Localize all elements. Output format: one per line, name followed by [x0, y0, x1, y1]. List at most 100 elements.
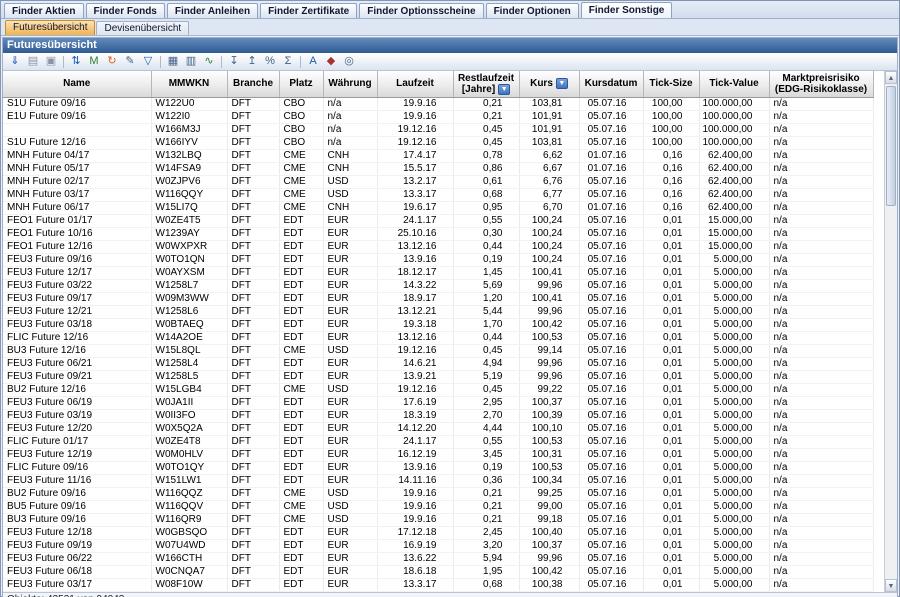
table-cell: MNH Future 03/17 [3, 188, 151, 201]
column-header-mmwkn[interactable]: MMWKN [151, 71, 227, 97]
column-header-laufzeit[interactable]: Laufzeit [377, 71, 453, 97]
table-row[interactable]: MNH Future 05/17W14FSA9DFTCMECNH15.5.170… [3, 162, 873, 175]
scroll-up-button[interactable]: ▲ [885, 71, 897, 84]
table-row[interactable]: BU3 Future 09/16W116QR9DFTCMEUSD19.9.160… [3, 513, 873, 526]
main-tab-finder-optionen[interactable]: Finder Optionen [486, 3, 579, 18]
column-header-kurs[interactable]: Kurs▼ [519, 71, 579, 97]
column-header-name[interactable]: Name [3, 71, 151, 97]
column-header-kursdatum[interactable]: Kursdatum [579, 71, 643, 97]
percent-icon[interactable]: % [262, 54, 278, 69]
sub-tab-futuresübersicht[interactable]: Futuresübersicht [5, 20, 95, 35]
table-row[interactable]: FEU3 Future 06/19W0JA1IIDFTEDTEUR17.6.19… [3, 396, 873, 409]
table-row[interactable]: W166M3JDFTCBOn/a19.12.160,45101,9105.07.… [3, 123, 873, 136]
table-row[interactable]: FEU3 Future 06/22W166CTHDFTEDTEUR13.6.22… [3, 552, 873, 565]
table-row[interactable]: FEU3 Future 03/18W0BTAEQDFTEDTEUR19.3.18… [3, 318, 873, 331]
table-row[interactable]: FEU3 Future 12/19W0M0HLVDFTEDTEUR16.12.1… [3, 448, 873, 461]
alert-icon[interactable]: ◆ [323, 54, 339, 69]
table-row[interactable]: FEU3 Future 03/19W0II3FODFTEDTEUR18.3.19… [3, 409, 873, 422]
table-row[interactable]: FEU3 Future 12/21W1258L6DFTEDTEUR13.12.2… [3, 305, 873, 318]
table-row[interactable]: FEU3 Future 12/17W0AYXSMDFTEDTEUR18.12.1… [3, 266, 873, 279]
table-cell: 5.000,00 [699, 474, 769, 487]
table-row[interactable]: FEO1 Future 10/16W1239AYDFTEDTEUR25.10.1… [3, 227, 873, 240]
table-cell: 0,01 [643, 435, 699, 448]
table-cell: 99,96 [519, 370, 579, 383]
sort-desc-icon[interactable]: ↥ [244, 54, 260, 69]
marker-m-icon[interactable]: M [86, 54, 102, 69]
chart-icon[interactable]: ∿ [201, 54, 217, 69]
table-row[interactable]: BU2 Future 09/16W116QQZDFTCMEUSD19.9.160… [3, 487, 873, 500]
table-cell: FEU3 Future 09/17 [3, 292, 151, 305]
column-header-tick-value[interactable]: Tick-Value [699, 71, 769, 97]
filter-icon[interactable]: ▽ [140, 54, 156, 69]
table-row[interactable]: FEU3 Future 03/22W1258L7DFTEDTEUR14.3.22… [3, 279, 873, 292]
font-icon[interactable]: A [305, 54, 321, 69]
table-row[interactable]: S1U Future 09/16W122U0DFTCBOn/a19.9.160,… [3, 97, 873, 110]
table-row[interactable]: FLIC Future 01/17W0ZE4T8DFTEDTEUR24.1.17… [3, 435, 873, 448]
main-tab-finder-anleihen[interactable]: Finder Anleihen [167, 3, 258, 18]
table-row[interactable]: MNH Future 02/17W0ZJPV6DFTCMEUSD13.2.170… [3, 175, 873, 188]
main-tab-finder-sonstige[interactable]: Finder Sonstige [581, 2, 673, 18]
table-cell: FEU3 Future 03/18 [3, 318, 151, 331]
export-icon[interactable]: ⇓ [7, 54, 23, 69]
sort-updown-icon[interactable]: ⇅ [68, 54, 84, 69]
table-icon[interactable]: ▦ [165, 54, 181, 69]
table-cell: 5,19 [453, 370, 519, 383]
table-row[interactable]: MNH Future 06/17W15LI7QDFTCMECNH19.6.170… [3, 201, 873, 214]
main-tab-finder-zertifikate[interactable]: Finder Zertifikate [260, 3, 357, 18]
table-row[interactable]: FLIC Future 12/16W14A2OEDFTEDTEUR13.12.1… [3, 331, 873, 344]
vertical-scrollbar[interactable]: ▲ ▼ [884, 71, 897, 592]
main-tab-finder-fonds[interactable]: Finder Fonds [86, 3, 165, 18]
column-header-restlaufzeit-jahre[interactable]: Restlaufzeit [Jahre]▼ [453, 71, 519, 97]
table-cell: 05.07.16 [579, 110, 643, 123]
filter-edit-icon[interactable]: ✎ [122, 54, 138, 69]
table-row[interactable]: FEU3 Future 03/17W08F10WDFTEDTEUR13.3.17… [3, 578, 873, 591]
table-row[interactable]: S1U Future 12/16W166IYVDFTCBOn/a19.12.16… [3, 136, 873, 149]
sort-asc-icon[interactable]: ↧ [226, 54, 242, 69]
search-icon[interactable]: ◎ [341, 54, 357, 69]
column-header-marktpreisrisiko-edg-risikoklasse[interactable]: Marktpreisrisiko (EDG-Risikoklasse) [769, 71, 873, 97]
sum-icon[interactable]: Σ [280, 54, 296, 69]
table-row[interactable]: MNH Future 04/17W132LBQDFTCMECNH17.4.170… [3, 149, 873, 162]
table-row[interactable]: BU5 Future 09/16W116QQVDFTCMEUSD19.9.160… [3, 500, 873, 513]
table-row[interactable]: FEU3 Future 09/17W09M3WWDFTEDTEUR18.9.17… [3, 292, 873, 305]
column-header-währung[interactable]: Währung [323, 71, 377, 97]
table-row[interactable]: FEU3 Future 09/19W07U4WDDFTEDTEUR16.9.19… [3, 539, 873, 552]
scroll-down-button[interactable]: ▼ [885, 579, 897, 592]
print-icon[interactable]: ▤ [25, 54, 41, 69]
table-row[interactable]: MNH Future 03/17W116QQYDFTCMEUSD13.3.170… [3, 188, 873, 201]
table-row[interactable]: E1U Future 09/16W122I0DFTCBOn/a19.9.160,… [3, 110, 873, 123]
table-row[interactable]: BU2 Future 12/16W15LGB4DFTCMEUSD19.12.16… [3, 383, 873, 396]
table-row[interactable]: FEO1 Future 01/17W0ZE4T5DFTEDTEUR24.1.17… [3, 214, 873, 227]
table-cell: 05.07.16 [579, 422, 643, 435]
filter-dropdown-kurs[interactable]: ▼ [556, 78, 568, 89]
table-row[interactable]: FEU3 Future 06/21W1258L4DFTEDTEUR14.6.21… [3, 357, 873, 370]
table-row[interactable]: FEU3 Future 11/16W151LW1DFTEDTEUR14.11.1… [3, 474, 873, 487]
filter-dropdown-restlaufzeit-jahre[interactable]: ▼ [498, 84, 510, 95]
main-tab-finder-aktien[interactable]: Finder Aktien [4, 3, 84, 18]
sub-tab-devisenübersicht[interactable]: Devisenübersicht [96, 21, 189, 35]
column-header-tick-size[interactable]: Tick-Size [643, 71, 699, 97]
column-header-platz[interactable]: Platz [279, 71, 323, 97]
table-cell: W151LW1 [151, 474, 227, 487]
table-row[interactable]: FEU3 Future 09/21W1258L5DFTEDTEUR13.9.21… [3, 370, 873, 383]
table-cell: EDT [279, 409, 323, 422]
table-row[interactable]: FLIC Future 09/16W0TO1QYDFTEDTEUR13.9.16… [3, 461, 873, 474]
table-cell: 13.12.16 [377, 331, 453, 344]
table-row[interactable]: FEU3 Future 12/18W0GBSQODFTEDTEUR17.12.1… [3, 526, 873, 539]
columns-icon[interactable]: ▥ [183, 54, 199, 69]
table-cell: 0,01 [643, 539, 699, 552]
table-row[interactable]: FEU3 Future 09/16W0TO1QNDFTEDTEUR13.9.16… [3, 253, 873, 266]
table-row[interactable]: FEU3 Future 12/20W0X5Q2ADFTEDTEUR14.12.2… [3, 422, 873, 435]
table-row[interactable]: FEO1 Future 12/16W0WXPXRDFTEDTEUR13.12.1… [3, 240, 873, 253]
main-tab-finder-optionsscheine[interactable]: Finder Optionsscheine [359, 3, 483, 18]
scrollbar-thumb[interactable] [886, 86, 896, 206]
table-row[interactable]: BU3 Future 12/16W15L8QLDFTCMEUSD19.12.16… [3, 344, 873, 357]
refresh-icon[interactable]: ↻ [104, 54, 120, 69]
scrollbar-track[interactable] [885, 84, 897, 579]
table-cell: 0,21 [453, 110, 519, 123]
copy-icon[interactable]: ▣ [43, 54, 59, 69]
column-header-branche[interactable]: Branche [227, 71, 279, 97]
table-cell: USD [323, 383, 377, 396]
table-row[interactable]: FEU3 Future 06/18W0CNQA7DFTEDTEUR18.6.18… [3, 565, 873, 578]
table-cell: 99,96 [519, 305, 579, 318]
